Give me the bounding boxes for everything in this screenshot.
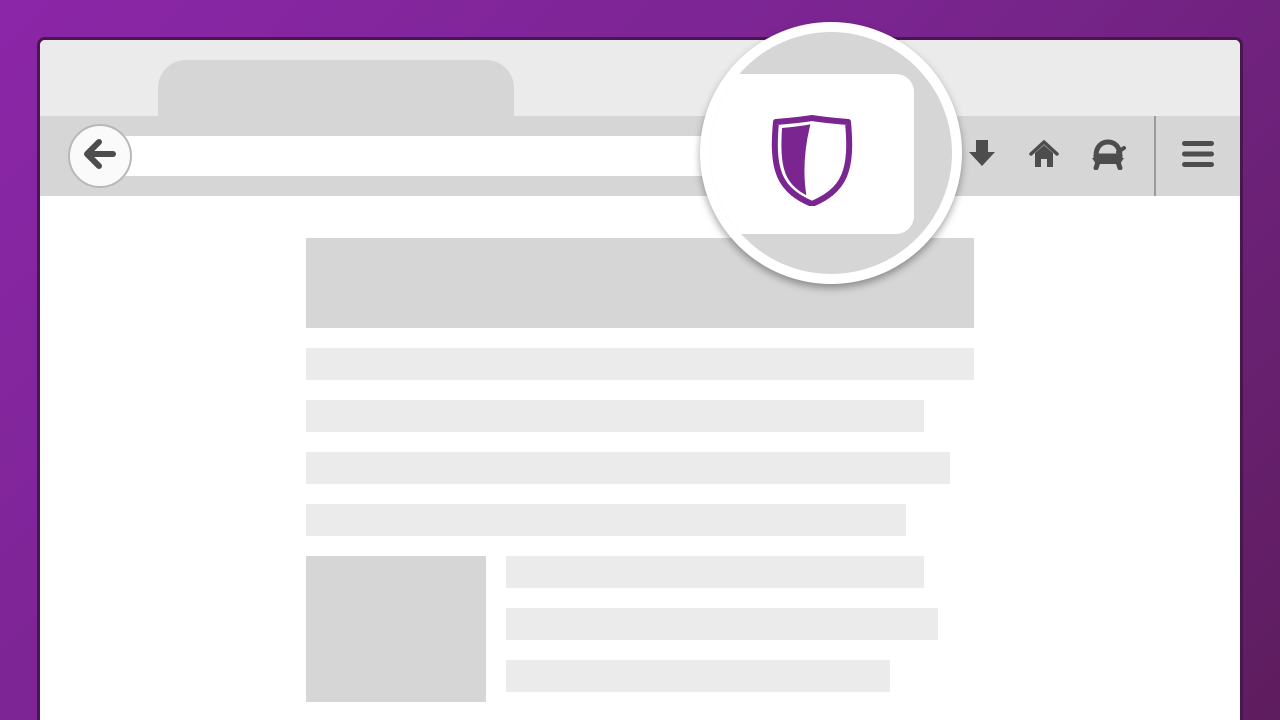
hamburger-menu-icon <box>1181 139 1215 174</box>
text-line-placeholder <box>306 348 974 380</box>
home-button[interactable] <box>1028 138 1060 175</box>
magnifier-lens <box>700 22 962 284</box>
magnified-url-bar <box>710 32 952 274</box>
tracking-protection-shield-icon[interactable] <box>770 114 854 207</box>
back-button[interactable] <box>68 124 132 188</box>
page-content <box>40 196 1240 720</box>
download-icon <box>967 138 997 175</box>
side-line-placeholder <box>506 608 938 640</box>
text-line-placeholder <box>306 452 950 484</box>
tab-strip <box>40 40 1240 118</box>
sync-turtle-icon <box>1090 138 1126 175</box>
side-line-placeholder <box>506 660 890 692</box>
text-line-placeholder <box>306 400 924 432</box>
url-bar[interactable] <box>100 136 800 176</box>
sync-button[interactable] <box>1090 138 1126 175</box>
tab-active[interactable] <box>158 60 514 118</box>
navigation-toolbar <box>40 116 1240 196</box>
text-line-placeholder <box>306 504 906 536</box>
home-icon <box>1028 138 1060 175</box>
toolbar-divider <box>1154 116 1156 196</box>
menu-button[interactable] <box>1182 140 1214 172</box>
magnified-url-field <box>710 74 914 234</box>
download-button[interactable] <box>966 138 998 175</box>
browser-window <box>37 37 1243 720</box>
side-line-placeholder <box>506 556 924 588</box>
image-placeholder <box>306 556 486 702</box>
back-arrow-icon <box>83 138 117 174</box>
